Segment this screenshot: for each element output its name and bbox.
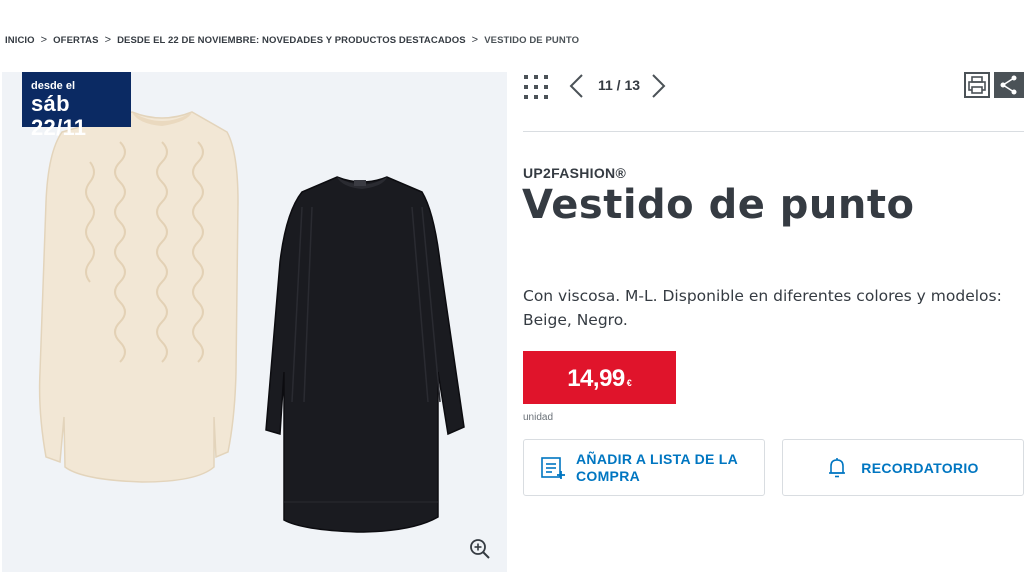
product-title: Vestido de punto [522,182,915,228]
chevron-left-icon[interactable] [567,72,587,100]
price-currency: € [626,378,632,388]
add-to-list-label: AÑADIR A LISTA DE LA COMPRA [576,450,738,484]
product-brand: UP2FASHION® [523,165,627,181]
pager-counter: 11 / 13 [597,77,641,93]
list-add-icon [541,456,565,479]
zoom-in-icon[interactable] [468,537,492,561]
divider [523,131,1024,132]
breadcrumb-inicio[interactable]: INICIO [5,35,35,46]
reminder-button[interactable]: RECORDATORIO [782,439,1024,496]
badge-date: sáb 22/11 [31,91,87,140]
description-line1: Con viscosa. M-L. Disponible en diferent… [523,287,1002,305]
breadcrumb-separator-icon: > [40,34,48,46]
breadcrumb-separator-icon: > [471,34,479,46]
beige-dress-illustration [38,111,239,483]
price-box: 14,99 € [523,351,676,404]
price-unit: unidad [523,412,554,423]
breadcrumb-ofertas[interactable]: OFERTAS [53,35,98,46]
reminder-label: RECORDATORIO [861,459,979,476]
breadcrumb-novedades[interactable]: DESDE EL 22 DE NOVIEMBRE: NOVEDADES Y PR… [117,35,466,46]
grid-icon[interactable] [523,74,549,100]
chevron-right-icon[interactable] [648,72,668,100]
share-icon[interactable] [994,72,1024,98]
price-amount: 14,99 [567,365,625,392]
gallery-controls: 11 / 13 [523,72,1024,102]
breadcrumb: INICIO > OFERTAS > DESDE EL 22 DE NOVIEM… [5,33,579,47]
product-image [38,111,465,533]
bell-icon [829,457,846,477]
breadcrumb-current: VESTIDO DE PUNTO [484,34,580,46]
breadcrumb-separator-icon: > [104,34,112,46]
print-icon[interactable] [964,72,990,98]
black-dress-illustration [265,176,465,533]
date-badge: desde el sáb 22/11 [22,72,131,140]
add-to-list-button[interactable]: AÑADIR A LISTA DE LA COMPRA [523,439,765,496]
product-description: Con viscosa. M-L. Disponible en diferent… [523,284,1024,332]
description-line2: Beige, Negro. [523,311,628,329]
product-image-gallery[interactable]: desde el sáb 22/11 [2,72,507,572]
